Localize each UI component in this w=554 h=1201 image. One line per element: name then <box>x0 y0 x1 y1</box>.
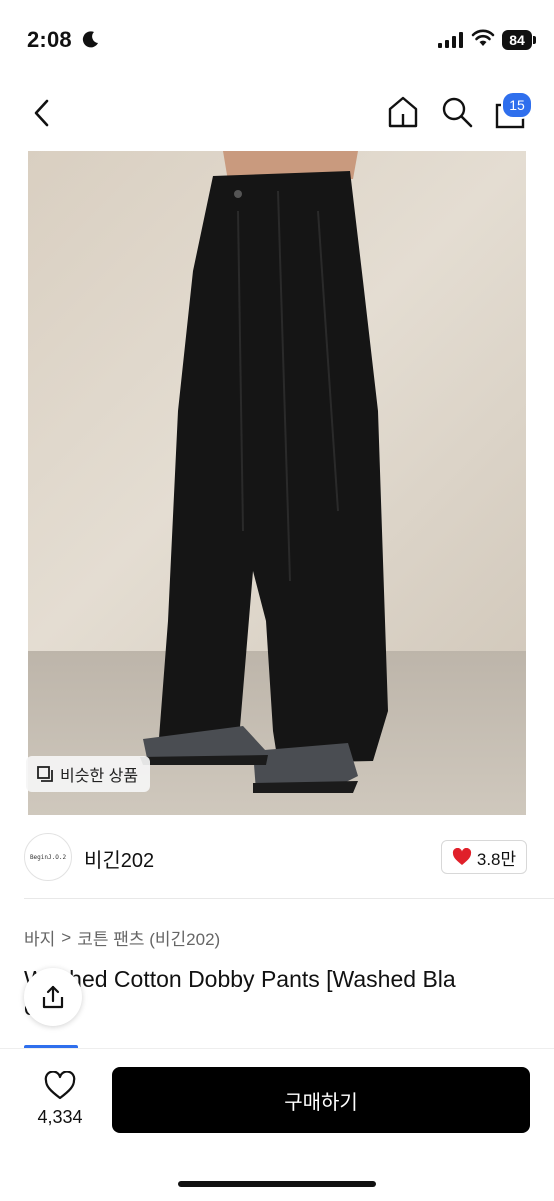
breadcrumb-category[interactable]: 바지 <box>24 925 55 950</box>
product-image[interactable] <box>28 151 526 815</box>
share-icon <box>42 985 64 1009</box>
brand-name[interactable]: 비긴202 <box>84 844 154 873</box>
heart-outline-icon <box>44 1071 76 1100</box>
breadcrumb-separator: > <box>61 927 72 947</box>
breadcrumb-subcategory[interactable]: 코튼 팬츠 (비긴202) <box>77 925 220 950</box>
cart-count-badge: 15 <box>501 91 533 119</box>
similar-products-icon <box>37 766 53 782</box>
wishlist-button[interactable]: 4,334 <box>28 1069 92 1131</box>
divider <box>24 898 554 899</box>
wifi-icon <box>471 29 495 46</box>
buy-button[interactable]: 구매하기 <box>112 1067 530 1133</box>
brand-like-button[interactable]: 3.8만 <box>441 840 527 874</box>
bottom-purchase-bar: 4,334 구매하기 <box>0 1048 554 1201</box>
home-icon[interactable] <box>386 94 420 130</box>
brand-logo-text: BeginJ.O.2 <box>29 853 67 861</box>
status-bar: 2:08 84 <box>0 0 554 78</box>
search-icon[interactable] <box>440 94 474 130</box>
battery-indicator: 84 <box>502 30 532 50</box>
wishlist-count: 4,334 <box>37 1107 83 1127</box>
cellular-signal-icon <box>438 32 463 48</box>
brand-row: BeginJ.O.2 비긴202 3.8만 <box>0 828 554 888</box>
brand-logo[interactable]: BeginJ.O.2 <box>24 833 72 881</box>
navigation-bar <box>0 82 554 142</box>
similar-products-button[interactable]: 비슷한 상품 <box>26 756 151 792</box>
similar-products-label: 비슷한 상품 <box>60 768 139 785</box>
back-icon[interactable] <box>30 98 54 128</box>
battery-tip <box>533 36 536 44</box>
product-photo <box>28 151 526 815</box>
moon-icon <box>82 31 98 48</box>
status-time: 2:08 <box>27 27 72 52</box>
product-title: Washed Cotton Dobby Pants [Washed Bla <box>24 966 456 992</box>
breadcrumb: 바지 > 코튼 팬츠 (비긴202) <box>24 925 220 950</box>
heart-filled-icon <box>452 848 471 865</box>
home-indicator <box>178 1181 376 1187</box>
brand-like-count: 3.8만 <box>476 849 517 869</box>
share-button[interactable] <box>24 968 82 1026</box>
